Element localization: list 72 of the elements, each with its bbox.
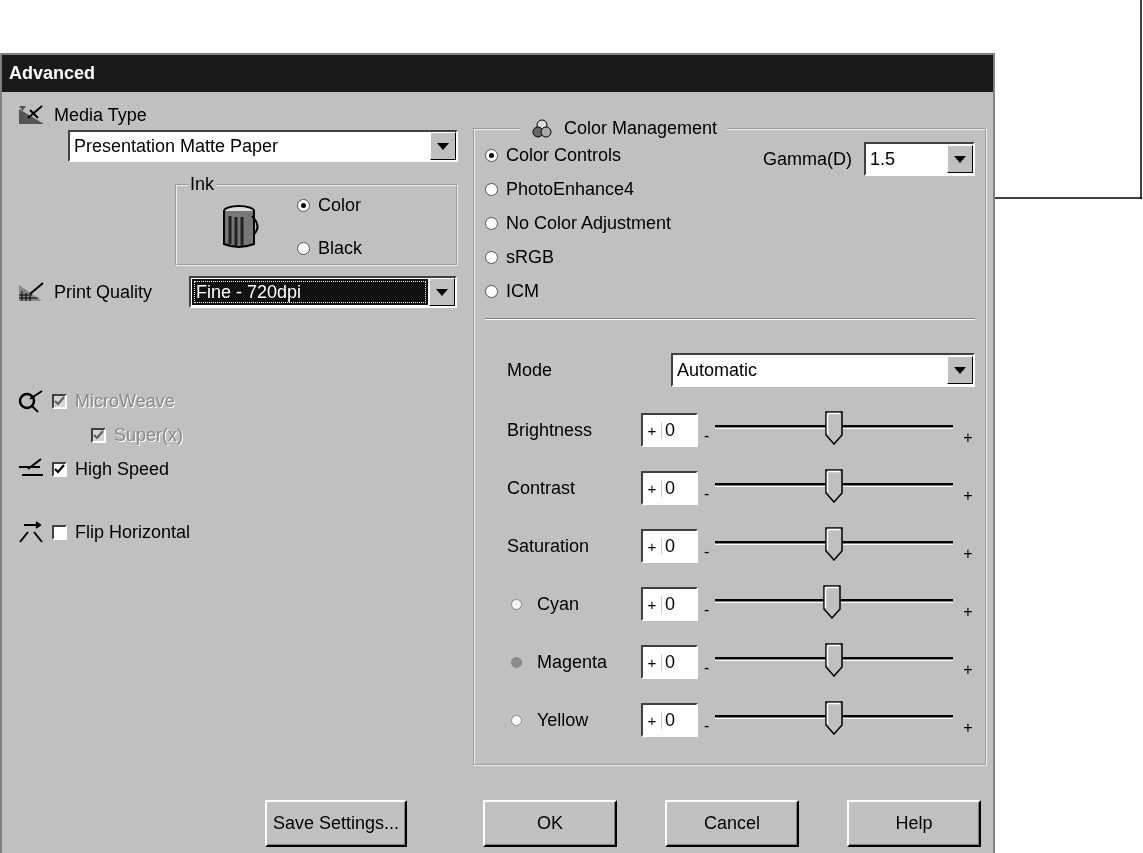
checkbox[interactable] [52, 461, 67, 477]
slider-min-label: - [704, 659, 710, 677]
ink-option-label[interactable]: Color [318, 195, 361, 216]
grid-pen-icon [18, 281, 46, 303]
magnifier-pen-icon [18, 389, 44, 413]
slider-max-label: + [963, 661, 973, 679]
media-type-dropdown[interactable]: Presentation Matte Paper [68, 130, 458, 162]
window-title: Advanced [2, 55, 993, 92]
slider-thumb[interactable] [825, 643, 844, 677]
mode-option-label[interactable]: ICM [506, 281, 539, 302]
media-type-label: Media Type [54, 104, 147, 126]
slider-thumb[interactable] [825, 469, 844, 503]
mode-radio[interactable] [485, 217, 498, 230]
mode-radio[interactable] [485, 285, 498, 298]
dialog-button[interactable]: OK [483, 800, 617, 847]
adjustment-label: Contrast [507, 477, 576, 499]
checkbox[interactable] [52, 524, 67, 540]
adjustment-value-field[interactable]: + 0 [641, 529, 698, 563]
paper-pen-icon [18, 104, 46, 126]
adjustment-value-field[interactable]: + 0 [641, 413, 698, 447]
mode-option-label[interactable]: PhotoEnhance4 [506, 179, 635, 200]
adjustment-value-field[interactable]: + 0 [641, 703, 698, 737]
print-quality-dropdown[interactable]: Fine - 720dpi [189, 276, 457, 308]
slider-max-label: + [963, 487, 973, 505]
mode-option-label[interactable]: sRGB [506, 247, 554, 268]
slider-thumb[interactable] [825, 701, 844, 735]
adjustment-label: Saturation [507, 535, 590, 557]
adjustment-label: Cyan [537, 593, 580, 615]
dialog-button[interactable]: Help [847, 800, 981, 847]
adjustment-value-field[interactable]: + 0 [641, 471, 698, 505]
color-management-title: Color Management [564, 118, 718, 139]
dropdown-arrow-icon [437, 142, 449, 150]
dropdown-arrow-icon [954, 155, 966, 163]
slider-max-label: + [963, 545, 973, 563]
color-circles-icon [530, 118, 554, 139]
slider-min-label: - [704, 485, 710, 503]
ink-radio[interactable] [297, 199, 310, 212]
slider-max-label: + [963, 429, 973, 447]
adjustment-label: Brightness [507, 419, 593, 441]
slider-min-label: - [704, 543, 710, 561]
mode-radio[interactable] [485, 251, 498, 264]
checkbox-label[interactable]: Flip Horizontal [75, 521, 191, 543]
print-quality-label: Print Quality [54, 281, 154, 303]
gamma-dropdown[interactable]: 1.5 [864, 142, 975, 176]
slider-thumb[interactable] [825, 411, 844, 445]
ink-bucket-icon [222, 204, 262, 250]
ink-label: Ink [189, 174, 215, 195]
slider-min-label: - [704, 427, 710, 445]
mode-option-label[interactable]: Color Controls [506, 145, 622, 166]
ink-radio[interactable] [297, 242, 310, 255]
ink-option-label[interactable]: Black [318, 238, 362, 259]
adjustment-value-field[interactable]: + 0 [641, 587, 698, 621]
dialog-button[interactable]: Cancel [665, 800, 799, 847]
gamma-label: Gamma(D) [763, 148, 852, 170]
mode-label: Mode [507, 359, 554, 381]
slider-max-label: + [963, 603, 973, 621]
slider-min-label: - [704, 717, 710, 735]
dropdown-arrow-icon [436, 288, 448, 296]
mode-option-label[interactable]: No Color Adjustment [506, 213, 672, 234]
mode-radio[interactable] [485, 183, 498, 196]
dialog-button[interactable]: Save Settings... [265, 800, 407, 847]
adjustment-value-field[interactable]: + 0 [641, 645, 698, 679]
slider-thumb[interactable] [825, 527, 844, 561]
adjustment-label: Yellow [537, 709, 589, 731]
slider-min-label: - [704, 601, 710, 619]
adjustment-label: Magenta [537, 651, 608, 673]
dropdown-arrow-icon [954, 366, 966, 374]
mode-dropdown[interactable]: Automatic [671, 353, 975, 387]
slider-max-label: + [963, 719, 973, 737]
checkbox-label[interactable]: High Speed [75, 458, 170, 480]
slider-thumb[interactable] [822, 585, 841, 619]
mode-radio[interactable] [485, 149, 498, 162]
